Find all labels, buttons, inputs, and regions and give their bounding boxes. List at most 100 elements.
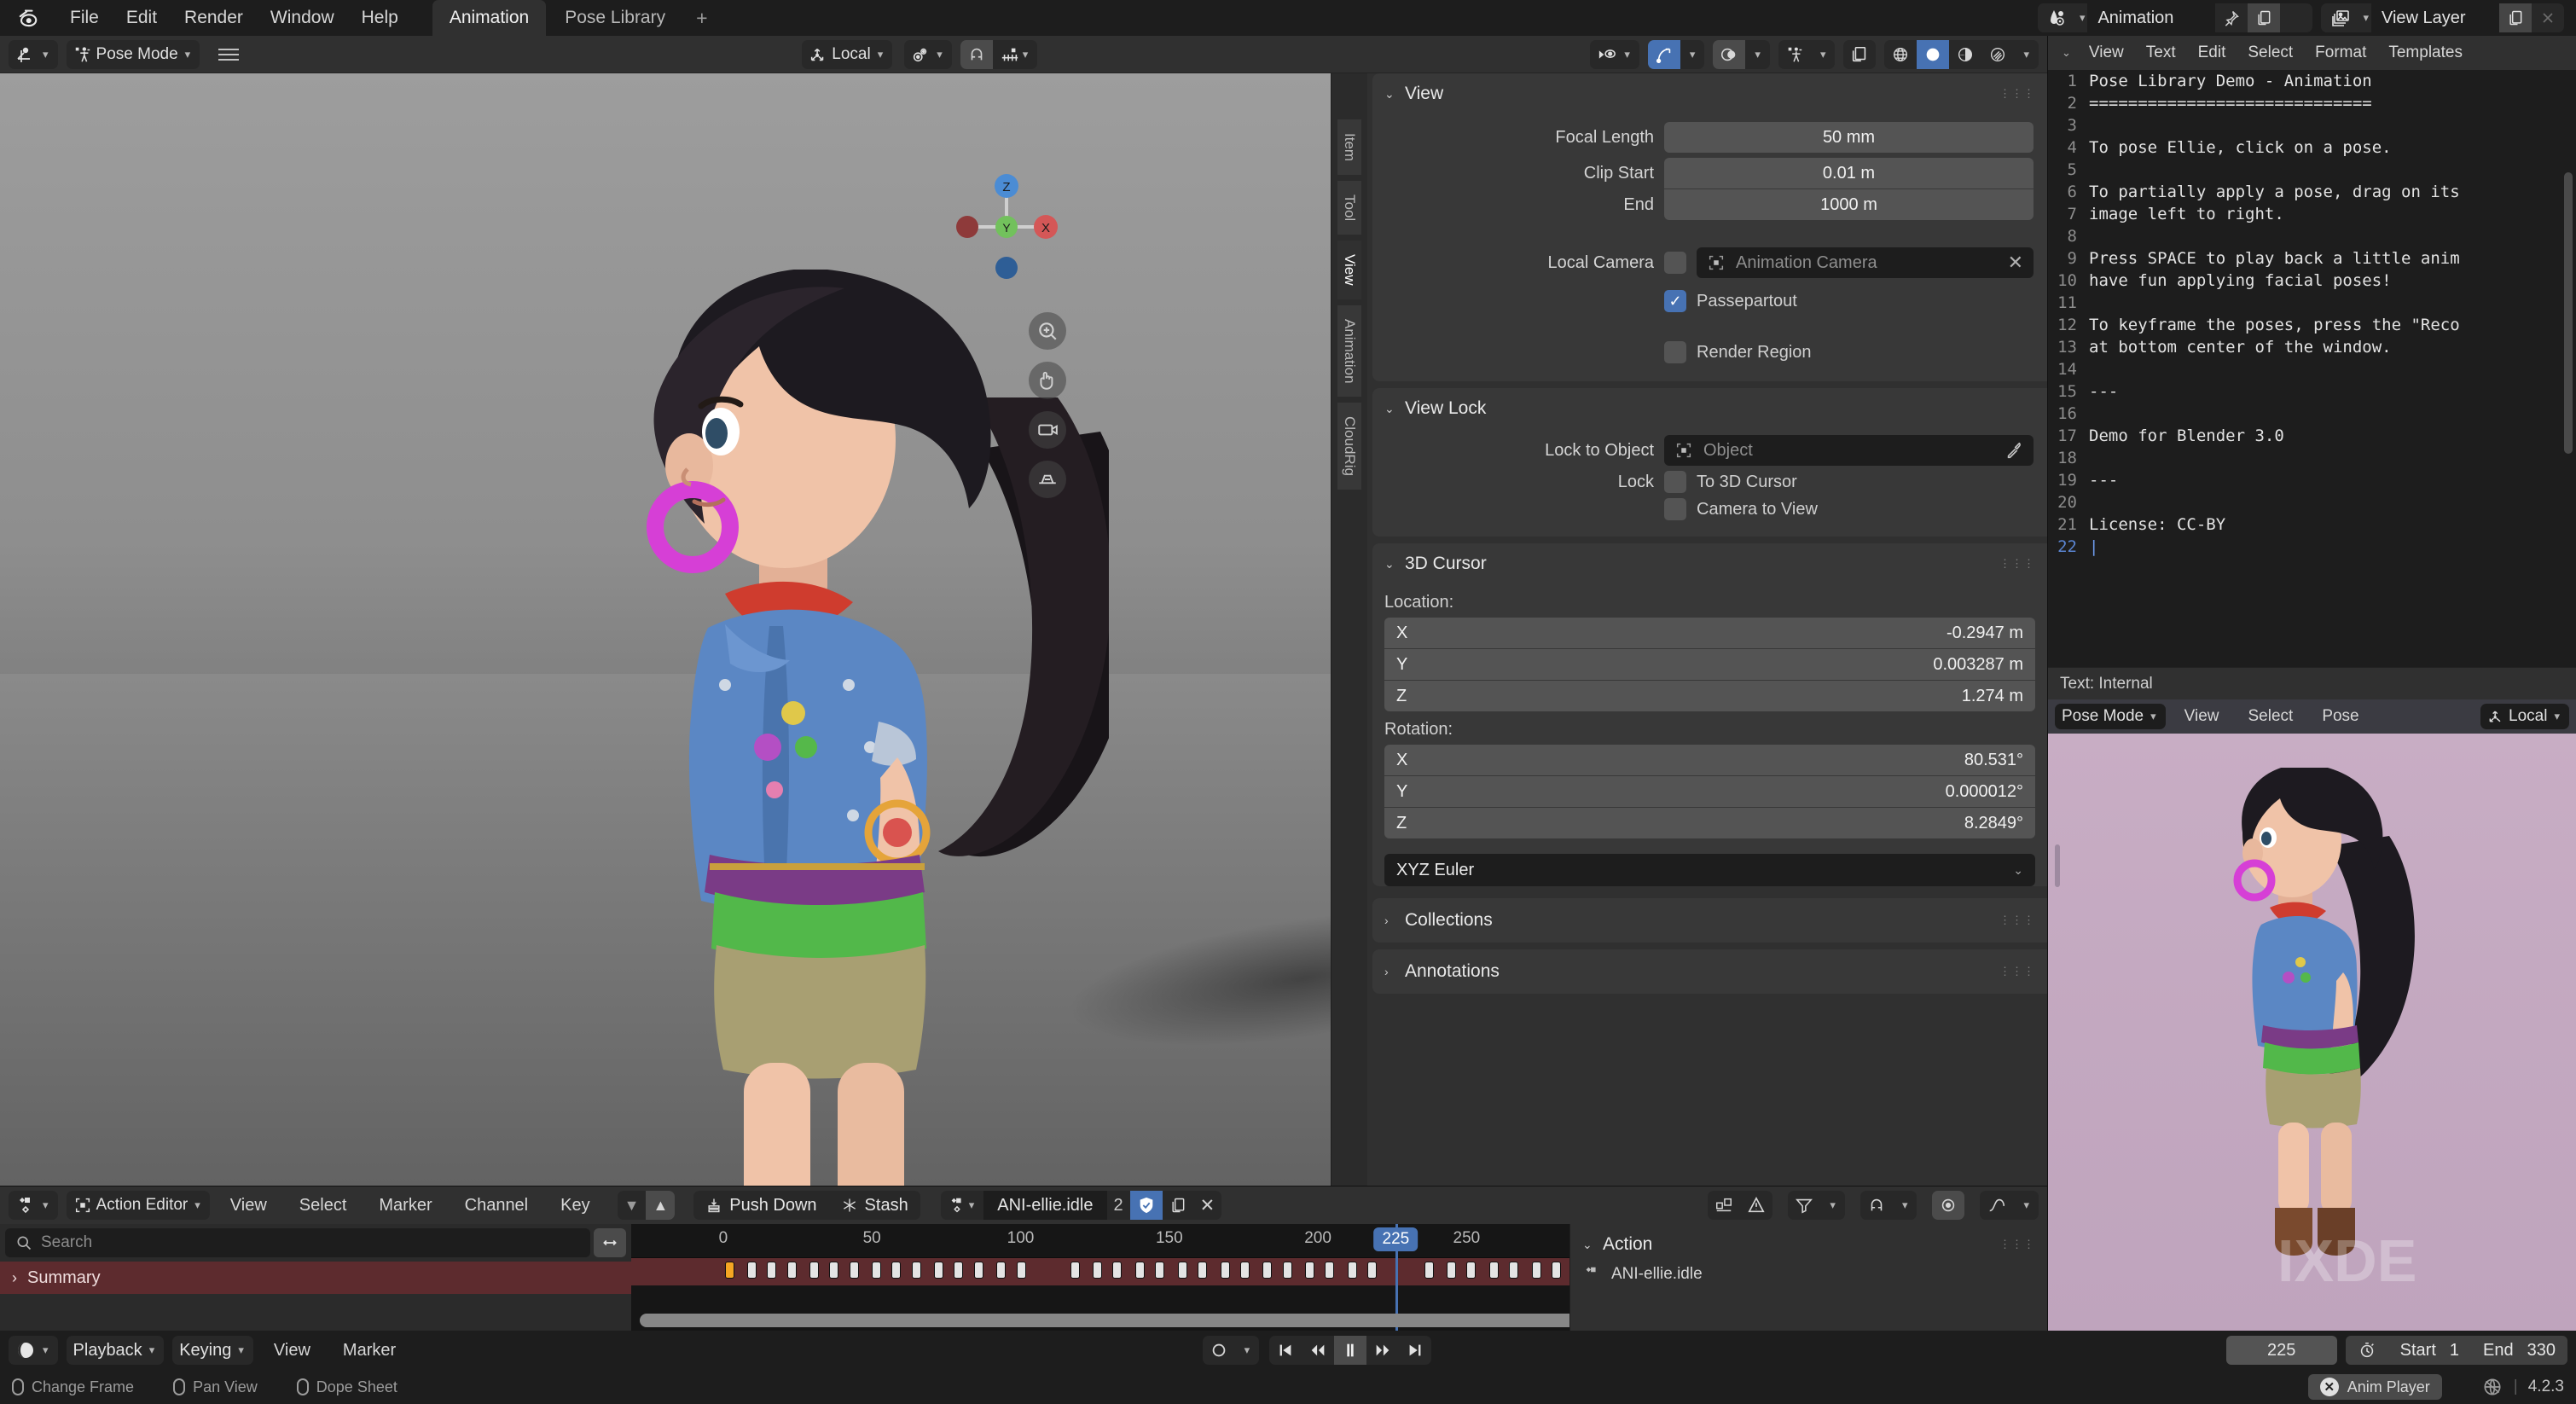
push-down-button[interactable]: Push Down: [693, 1191, 828, 1220]
cursor-location-y[interactable]: Y 0.003287 m: [1384, 649, 2035, 680]
dope-menu-key[interactable]: Key: [548, 1192, 601, 1220]
filter-dropdown-chevron-icon[interactable]: ▾: [1820, 1191, 1845, 1220]
jump-to-start-icon[interactable]: [1269, 1336, 1302, 1365]
keyframe[interactable]: [1347, 1262, 1357, 1279]
keyframe[interactable]: [1325, 1262, 1335, 1279]
text-menu-text[interactable]: Text: [2135, 40, 2187, 66]
passepartout-checkbox[interactable]: ✓: [1664, 290, 1686, 312]
pin-icon[interactable]: [2215, 3, 2248, 32]
view-layer-dropdown-chevron-icon[interactable]: ▾: [2360, 11, 2371, 25]
visibility-eye-icon[interactable]: ▾: [1590, 39, 1639, 69]
local-camera-checkbox[interactable]: [1664, 252, 1686, 274]
fake-user-shield-icon[interactable]: [1129, 1191, 1163, 1220]
current-frame-badge[interactable]: 225: [1373, 1227, 1419, 1251]
dope-menu-select[interactable]: Select: [287, 1192, 359, 1220]
lock-to-object-field[interactable]: Object: [1664, 435, 2034, 466]
3d-viewport[interactable]: Z X Y Item Tool View Animation CloudRig …: [0, 73, 2047, 1186]
cursor-location-x[interactable]: X -0.2947 m: [1384, 618, 2035, 648]
camera-view-icon[interactable]: [1843, 39, 1877, 69]
camera-view-icon[interactable]: [1029, 411, 1066, 449]
keying-dropdown[interactable]: Keying ▾: [172, 1336, 253, 1365]
eyedropper-icon[interactable]: [2005, 441, 2023, 460]
shading-dropdown-chevron-icon[interactable]: ▾: [2014, 40, 2039, 69]
dope-menu-view[interactable]: View: [218, 1192, 279, 1220]
solid-shading-icon[interactable]: [1917, 39, 1950, 69]
keyframe[interactable]: [1155, 1262, 1165, 1279]
dope-keyframe-area[interactable]: 0 50 100 150 200 250 300 350: [631, 1224, 2047, 1331]
keyframe[interactable]: [829, 1262, 839, 1279]
menu-window[interactable]: Window: [257, 3, 348, 32]
triangle-down-icon[interactable]: ▼: [618, 1191, 647, 1220]
scene-name[interactable]: Animation: [2087, 3, 2216, 32]
action-user-count[interactable]: 2: [1107, 1191, 1130, 1220]
proportional-edit-icon[interactable]: [1932, 1191, 1965, 1220]
text-menu-view[interactable]: View: [2078, 40, 2135, 66]
xray-dropdown-chevron-icon[interactable]: ▾: [1811, 40, 1836, 69]
search-input[interactable]: Search: [5, 1228, 590, 1257]
pose-menu-pose[interactable]: Pose: [2312, 704, 2369, 729]
dope-menu-marker[interactable]: Marker: [367, 1192, 444, 1220]
panel-3d-cursor-header[interactable]: ⌄ 3D Cursor ⋮⋮⋮: [1372, 543, 2047, 584]
gizmo-dropdown-chevron-icon[interactable]: ▾: [1680, 40, 1705, 69]
text-menu-select[interactable]: Select: [2237, 40, 2304, 66]
keyframe[interactable]: [1424, 1262, 1434, 1279]
text-menu-format[interactable]: Format: [2304, 40, 2377, 66]
keyframe[interactable]: [1220, 1262, 1230, 1279]
transform-orientation-selector[interactable]: Local ▾: [802, 39, 893, 69]
workspace-tab-pose-library[interactable]: Pose Library: [548, 0, 682, 37]
panel-view-lock-header[interactable]: ⌄ View Lock: [1372, 388, 2047, 429]
local-camera-clear-x-icon[interactable]: ✕: [2008, 252, 2023, 274]
dope-action-panel-field[interactable]: ANI-ellie.idle: [1611, 1265, 1703, 1284]
hamburger-menu-icon[interactable]: [208, 48, 249, 61]
n-tab-item[interactable]: Item: [1337, 119, 1361, 176]
editor-type-3dview-icon[interactable]: ▾: [9, 39, 58, 69]
blender-logo-icon[interactable]: [15, 3, 44, 32]
triangle-up-icon[interactable]: ▲: [646, 1191, 676, 1220]
panel-collections-header[interactable]: › Collections ⋮⋮⋮: [1372, 898, 2047, 943]
keyframe[interactable]: [1112, 1262, 1123, 1279]
prev-keyframe-icon[interactable]: [1302, 1336, 1334, 1365]
menu-render[interactable]: Render: [171, 3, 257, 32]
keyframe[interactable]: [1509, 1262, 1519, 1279]
text-menu-edit[interactable]: Edit: [2187, 40, 2237, 66]
keyframe[interactable]: [724, 1262, 734, 1279]
pose-preview-edge-handle[interactable]: [2055, 844, 2060, 887]
keyframe[interactable]: [1070, 1262, 1080, 1279]
text-editor-scrollbar[interactable]: [2564, 172, 2573, 454]
keyframe[interactable]: [1447, 1262, 1457, 1279]
pause-icon[interactable]: [1334, 1336, 1367, 1365]
keyframe[interactable]: [849, 1262, 859, 1279]
stash-button[interactable]: Stash: [829, 1191, 920, 1220]
view-layer-name[interactable]: View Layer: [2371, 3, 2499, 32]
cursor-rotation-z[interactable]: Z 8.2849°: [1384, 808, 2035, 838]
gizmo-icon[interactable]: [1647, 39, 1680, 69]
view-layer-duplicate-icon[interactable]: [2499, 3, 2532, 32]
scene-icon[interactable]: [2037, 3, 2077, 32]
keyframe[interactable]: [891, 1262, 902, 1279]
workspace-tab-animation[interactable]: Animation: [432, 0, 547, 37]
n-tab-cloudrig[interactable]: CloudRig: [1337, 403, 1361, 490]
clip-end-field[interactable]: 1000 m: [1664, 189, 2034, 220]
panel-view-header[interactable]: ⌄ View ⋮⋮⋮: [1372, 73, 2047, 114]
keyframe[interactable]: [1016, 1262, 1026, 1279]
menu-edit[interactable]: Edit: [113, 3, 171, 32]
only-errors-icon[interactable]: [1740, 1191, 1772, 1220]
render-region-checkbox[interactable]: [1664, 341, 1686, 363]
keyframe[interactable]: [1466, 1262, 1477, 1279]
keyframe[interactable]: [911, 1262, 921, 1279]
keyframe[interactable]: [1198, 1262, 1207, 1279]
keyframe[interactable]: [1488, 1262, 1499, 1279]
end-frame-field[interactable]: End 330: [2471, 1336, 2567, 1365]
keyframe[interactable]: [934, 1262, 944, 1279]
keyframe[interactable]: [1239, 1262, 1250, 1279]
xray-pose-icon[interactable]: [1778, 40, 1811, 69]
focal-length-field[interactable]: 50 mm: [1664, 122, 2034, 153]
clip-start-field[interactable]: 0.01 m: [1664, 158, 2034, 189]
navigation-gizmo[interactable]: Z X Y: [947, 167, 1066, 287]
hand-pan-icon[interactable]: [1029, 362, 1066, 399]
keyframe[interactable]: [1531, 1262, 1541, 1279]
material-preview-icon[interactable]: [1949, 40, 1981, 69]
keyframe[interactable]: [767, 1262, 777, 1279]
timeline-menu-marker[interactable]: Marker: [331, 1337, 408, 1365]
pivot-point-icon[interactable]: ▾: [904, 39, 952, 69]
